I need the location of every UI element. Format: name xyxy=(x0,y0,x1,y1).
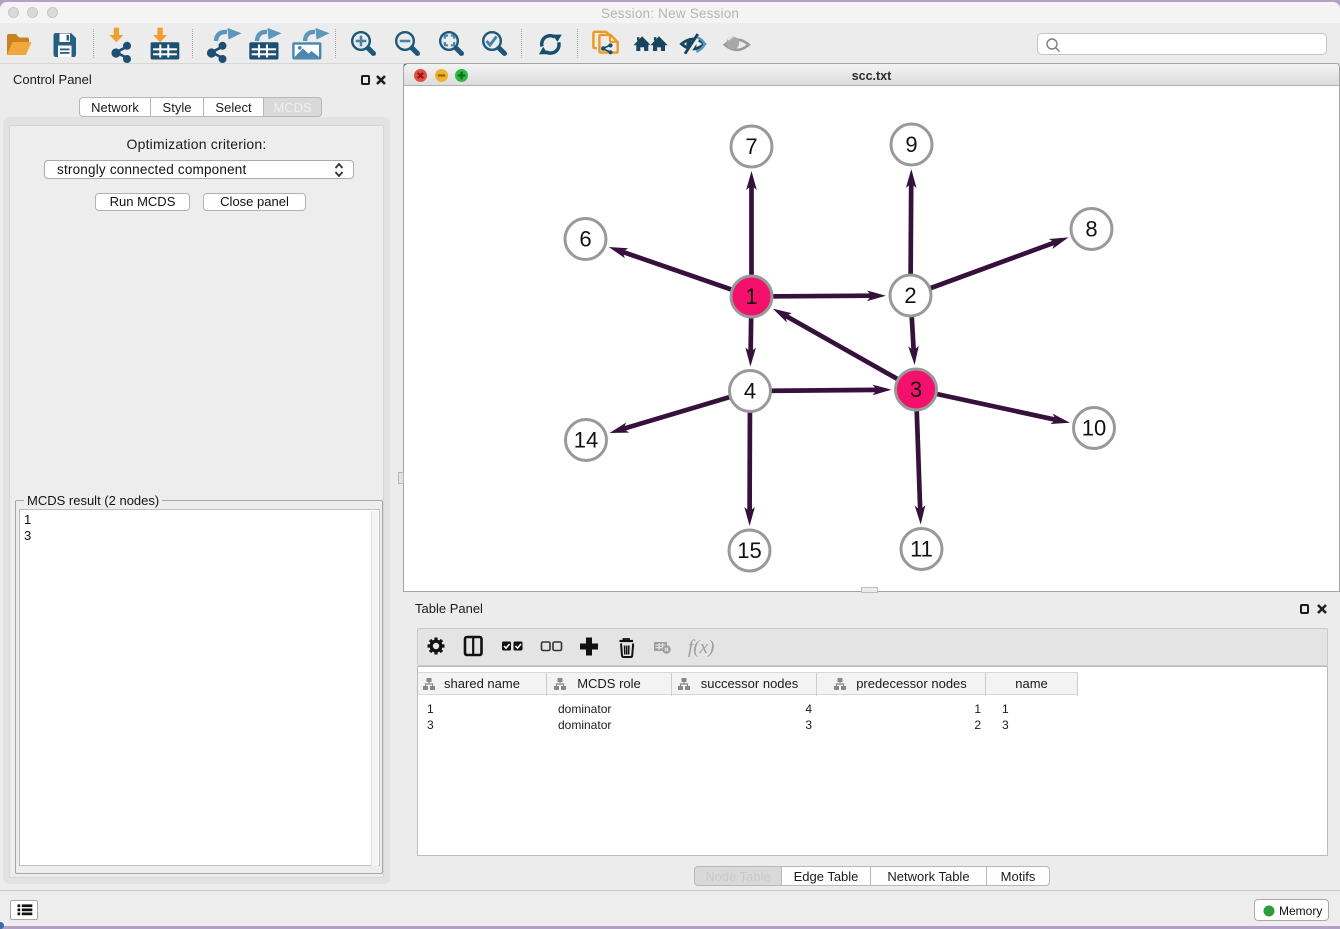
svg-text:15: 15 xyxy=(737,538,761,563)
svg-text:f(x): f(x) xyxy=(688,637,714,658)
svg-text:11: 11 xyxy=(910,537,933,562)
svg-text:2: 2 xyxy=(904,283,916,308)
svg-text:1: 1 xyxy=(745,284,757,309)
svg-text:14: 14 xyxy=(574,428,598,453)
svg-text:9: 9 xyxy=(905,132,917,157)
svg-text:7: 7 xyxy=(745,134,757,159)
svg-text:6: 6 xyxy=(579,227,591,252)
svg-text:4: 4 xyxy=(744,379,756,404)
svg-text:8: 8 xyxy=(1085,217,1097,242)
svg-text:10: 10 xyxy=(1082,416,1106,441)
svg-text:3: 3 xyxy=(910,377,922,402)
